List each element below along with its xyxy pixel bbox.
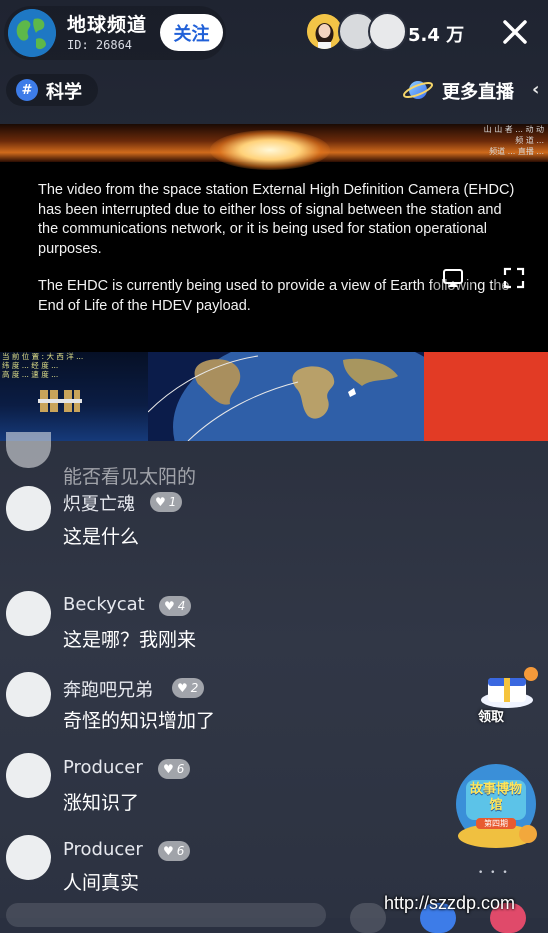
follow-button[interactable]: 关注 — [160, 14, 223, 51]
commenter-name[interactable]: Producer — [63, 757, 143, 778]
heart-icon: ♥ — [164, 599, 175, 613]
viewer-count[interactable]: 5.4 万 — [408, 21, 464, 47]
commenter-name[interactable]: Producer — [63, 839, 143, 860]
fan-level-badge: ♥ 4 — [159, 596, 192, 616]
fan-level-number: 6 — [176, 844, 185, 858]
comment-text: 这是哪？我刚来 — [63, 629, 197, 651]
comment-text: 奇怪的知识增加了 — [63, 710, 216, 732]
fan-level-number: 6 — [176, 762, 185, 776]
bottom-action-button[interactable] — [350, 903, 386, 933]
story-museum-banner[interactable]: 故事博物馆 第四期 — [452, 754, 540, 854]
museum-title: 故事博物馆 — [469, 782, 522, 813]
fan-level-badge: ♥ 6 — [158, 759, 191, 779]
signal-notice-paragraph-1: The video from the space station Externa… — [38, 182, 515, 257]
heart-icon: ♥ — [163, 844, 174, 858]
commenter-avatar[interactable] — [6, 672, 51, 717]
channel-name[interactable]: 地球频道 — [67, 10, 147, 37]
commenter-name[interactable]: 炽夏亡魂 — [63, 490, 135, 516]
category-label: 科学 — [46, 82, 82, 103]
commenter-name[interactable]: Beckycat — [63, 594, 145, 615]
commenter-avatar[interactable] — [6, 591, 51, 636]
comment-text: 涨知识了 — [63, 792, 140, 814]
top-viewer-avatar-3[interactable] — [368, 12, 407, 51]
screen-cast-icon[interactable] — [431, 256, 475, 300]
commenter-avatar[interactable] — [6, 486, 51, 531]
fan-level-badge: ♥ 1 — [150, 492, 183, 512]
comment-text: 人间真实 — [63, 872, 140, 894]
claim-label[interactable]: 领取 — [478, 706, 504, 725]
fan-level-number: 1 — [168, 495, 177, 509]
more-live-button[interactable]: 更多直播 ‹ — [396, 74, 548, 106]
fan-level-badge: ♥ 2 — [172, 678, 205, 698]
hashtag-icon: # — [16, 79, 38, 101]
video-bottom-strip: 当 前 位 置 : 大 西 洋 ... 纬 度 ... 经 度 ... 高 度 … — [0, 352, 548, 441]
comment-text: 能否看见太阳的 — [63, 466, 197, 488]
position-overlay-text: 当 前 位 置 : 大 西 洋 ... 纬 度 ... 经 度 ... 高 度 … — [2, 352, 84, 379]
gift-box-icon — [481, 667, 538, 708]
site-watermark: http://szzdp.com — [384, 893, 516, 913]
heart-icon: ♥ — [155, 495, 166, 509]
heart-icon: ♥ — [163, 762, 174, 776]
category-tag[interactable]: # 科学 — [6, 74, 98, 106]
video-control-panel — [424, 352, 548, 441]
fan-level-number: 2 — [190, 681, 199, 695]
video-watermark: 山 山 者 ... 动 动 频 道 ... 频道 ... 直播 ... — [483, 125, 544, 156]
comment-input[interactable] — [6, 903, 326, 927]
top-viewer-avatar-1[interactable] — [307, 14, 342, 49]
close-icon[interactable] — [500, 17, 530, 47]
fan-level-number: 4 — [177, 599, 186, 613]
chevron-left-icon: ‹ — [532, 79, 540, 100]
channel-avatar[interactable] — [8, 9, 56, 57]
earth-map-graphic — [148, 352, 424, 441]
museum-subtitle: 第四期 — [476, 818, 516, 829]
planet-icon — [402, 81, 434, 99]
heart-icon: ♥ — [177, 681, 188, 695]
space-station-icon — [38, 390, 82, 412]
fullscreen-icon[interactable] — [492, 256, 536, 300]
more-live-label: 更多直播 — [442, 82, 514, 103]
commenter-avatar[interactable] — [6, 753, 51, 798]
channel-id: ID: 26864 — [67, 38, 133, 52]
comment-text: 这是什么 — [63, 526, 140, 548]
banner-page-dots: • • • — [478, 868, 510, 878]
station-camera-view: 当 前 位 置 : 大 西 洋 ... 纬 度 ... 经 度 ... 高 度 … — [0, 352, 148, 441]
commenter-avatar[interactable] — [6, 835, 51, 880]
fan-level-badge: ♥ 6 — [158, 841, 191, 861]
world-map-view — [148, 352, 424, 441]
commenter-name[interactable]: 奔跑吧兄弟 — [63, 676, 153, 702]
sun-glow — [210, 130, 330, 170]
